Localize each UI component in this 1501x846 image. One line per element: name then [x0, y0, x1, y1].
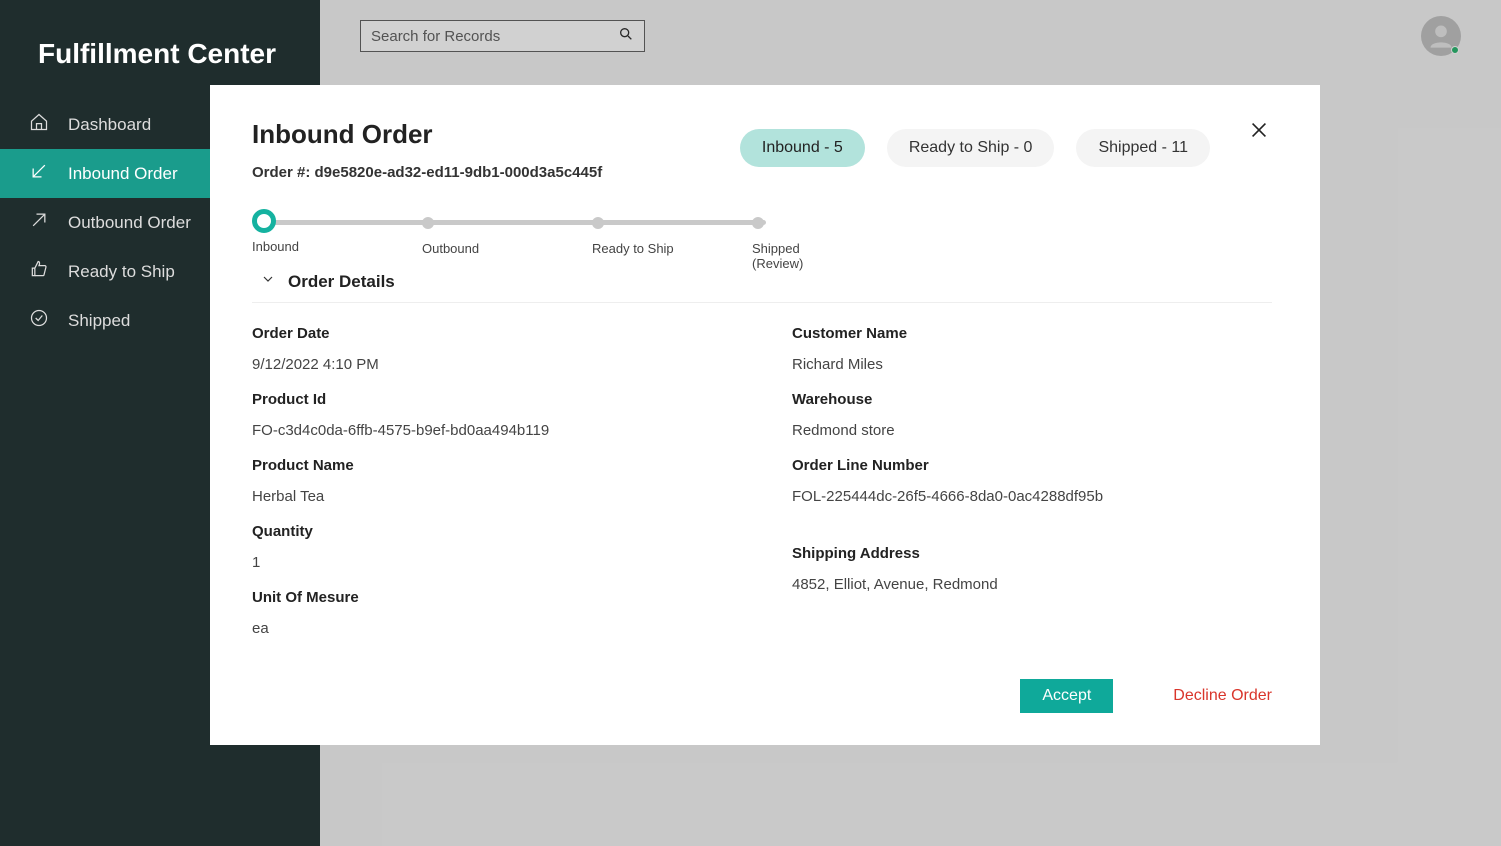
value-uom: ea — [252, 620, 732, 637]
details-col-left: Order Date 9/12/2022 4:10 PM Product Id … — [252, 319, 732, 637]
inbound-order-modal: Inbound Order Order #: d9e5820e-ad32-ed1… — [210, 85, 1320, 745]
progress-stepper: Inbound Outbound Ready to Ship Shipped (… — [252, 209, 772, 257]
step-dot-icon — [252, 209, 276, 233]
pill-ready[interactable]: Ready to Ship - 0 — [887, 129, 1055, 167]
pill-inbound[interactable]: Inbound - 5 — [740, 129, 865, 167]
step-label: Inbound — [252, 239, 299, 254]
value-product-id: FO-c3d4c0da-6ffb-4575-b9ef-bd0aa494b119 — [252, 422, 732, 439]
accept-button[interactable]: Accept — [1020, 679, 1113, 713]
decline-button[interactable]: Decline Order — [1173, 687, 1272, 705]
nav-label: Dashboard — [68, 115, 151, 135]
nav-label: Shipped — [68, 311, 130, 331]
search-icon — [618, 26, 634, 47]
modal-title: Inbound Order — [252, 119, 602, 150]
label-shipping-addr: Shipping Address — [792, 545, 1272, 562]
value-shipping-addr: 4852, Elliot, Avenue, Redmond — [792, 576, 1272, 593]
step-label: Shipped (Review) — [752, 241, 803, 271]
check-circle-icon — [28, 308, 50, 333]
step-ready: Ready to Ship — [592, 209, 674, 256]
label-warehouse: Warehouse — [792, 391, 1272, 408]
arrow-up-right-icon — [28, 210, 50, 235]
label-customer-name: Customer Name — [792, 325, 1272, 342]
label-uom: Unit Of Mesure — [252, 589, 732, 606]
order-details: Order Date 9/12/2022 4:10 PM Product Id … — [252, 319, 1272, 637]
close-icon — [1248, 128, 1270, 145]
step-dot-icon — [592, 217, 604, 229]
presence-dot-icon — [1451, 46, 1459, 54]
arrow-down-left-icon — [28, 161, 50, 186]
label-product-id: Product Id — [252, 391, 732, 408]
home-icon — [28, 112, 50, 137]
step-shipped: Shipped (Review) — [752, 209, 803, 271]
topbar — [320, 0, 1501, 60]
label-order-line: Order Line Number — [792, 457, 1272, 474]
value-order-line: FOL-225444dc-26f5-4666-8da0-0ac4288df95b — [792, 488, 1272, 505]
step-label: Ready to Ship — [592, 241, 674, 256]
value-order-date: 9/12/2022 4:10 PM — [252, 356, 732, 373]
value-warehouse: Redmond store — [792, 422, 1272, 439]
search-box[interactable] — [360, 20, 645, 52]
section-title: Order Details — [288, 272, 395, 292]
details-col-right: Customer Name Richard Miles Warehouse Re… — [792, 319, 1272, 637]
label-order-date: Order Date — [252, 325, 732, 342]
step-dot-icon — [422, 217, 434, 229]
value-customer-name: Richard Miles — [792, 356, 1272, 373]
pill-shipped[interactable]: Shipped - 11 — [1076, 129, 1210, 167]
value-quantity: 1 — [252, 554, 732, 571]
step-label: Outbound — [422, 241, 479, 256]
value-product-name: Herbal Tea — [252, 488, 732, 505]
step-outbound: Outbound — [422, 209, 479, 256]
nav-label: Outbound Order — [68, 213, 191, 233]
nav-label: Ready to Ship — [68, 262, 175, 282]
order-number: Order #: d9e5820e-ad32-ed11-9db1-000d3a5… — [252, 164, 602, 181]
nav-label: Inbound Order — [68, 164, 178, 184]
label-quantity: Quantity — [252, 523, 732, 540]
thumbs-up-icon — [28, 259, 50, 284]
modal-footer: Accept Decline Order — [1020, 679, 1272, 713]
close-button[interactable] — [1248, 119, 1272, 143]
chevron-down-icon — [260, 271, 276, 292]
search-input[interactable] — [371, 28, 618, 45]
step-inbound: Inbound — [252, 209, 299, 254]
status-pills: Inbound - 5 Ready to Ship - 0 Shipped - … — [740, 119, 1210, 167]
stepper-line — [264, 220, 766, 225]
avatar[interactable] — [1421, 16, 1461, 56]
step-dot-icon — [752, 217, 764, 229]
label-product-name: Product Name — [252, 457, 732, 474]
